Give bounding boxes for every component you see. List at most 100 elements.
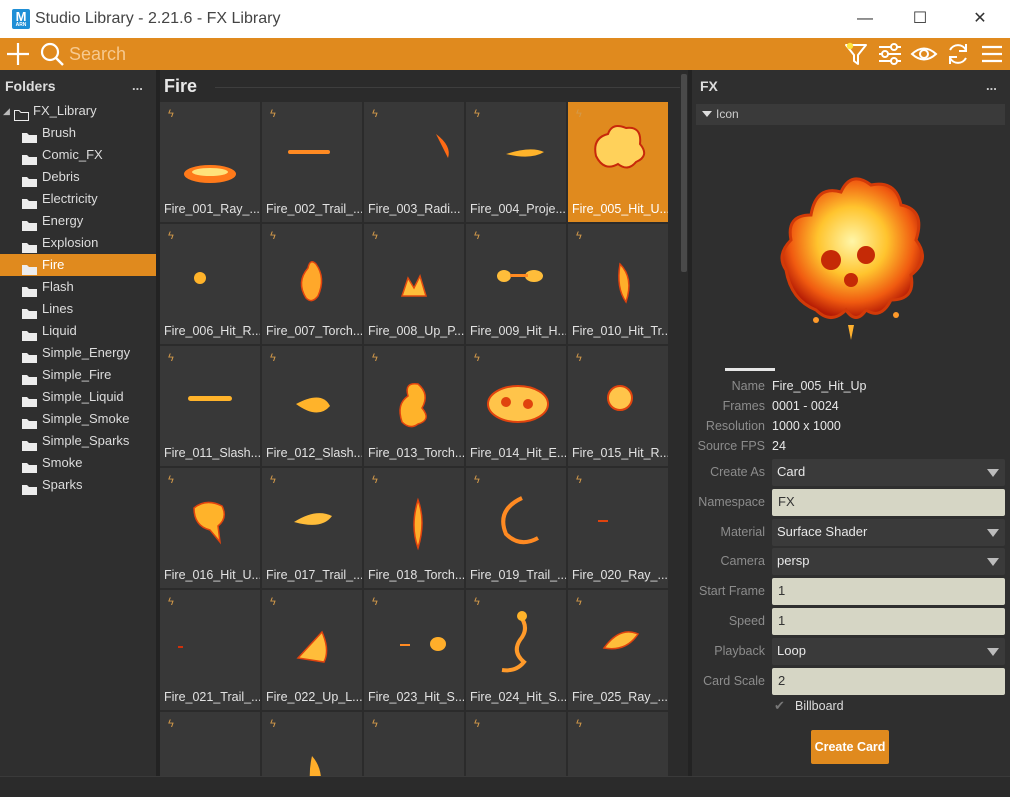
- close-button[interactable]: ✕: [955, 0, 1005, 38]
- camera-dropdown[interactable]: persp: [772, 548, 1005, 575]
- folder-item-fx-library[interactable]: ◢ FX_Library: [0, 100, 158, 122]
- folder-icon: [22, 480, 37, 495]
- folder-item-electricity[interactable]: Electricity: [0, 188, 158, 210]
- folder-label: Smoke: [42, 455, 83, 470]
- icon-section-header[interactable]: Icon: [696, 104, 1005, 125]
- folder-item-lines[interactable]: Lines: [0, 298, 158, 320]
- search-icon[interactable]: [36, 38, 68, 70]
- card-scale-field[interactable]: 2: [772, 668, 1005, 695]
- folder-item-flash[interactable]: Flash: [0, 276, 158, 298]
- folder-icon: [22, 370, 37, 385]
- grid-tile[interactable]: ϟ Fire_004_Proje...: [466, 102, 566, 222]
- settings-sliders-icon[interactable]: [874, 38, 906, 70]
- maximize-button[interactable]: ☐: [895, 0, 945, 38]
- grid-tile[interactable]: ϟ Fire_012_Slash...: [262, 346, 362, 466]
- grid-tile[interactable]: ϟ Fire_010_Hit_Tr...: [568, 224, 668, 344]
- thumbnail-image: [300, 261, 323, 302]
- add-icon[interactable]: [2, 38, 34, 70]
- folder-item-brush[interactable]: Brush: [0, 122, 158, 144]
- grid-tile[interactable]: ϟ Fire_015_Hit_R...: [568, 346, 668, 466]
- tile-label: Fire_021_Trail_...: [164, 690, 260, 704]
- folder-item-sparks[interactable]: Sparks: [0, 474, 158, 496]
- grid-tile[interactable]: ϟ: [262, 712, 362, 776]
- icon-section-label: Icon: [716, 107, 739, 121]
- tree-expanded-icon[interactable]: ◢: [3, 100, 10, 122]
- create-as-value: Card: [777, 464, 806, 479]
- grid-tile[interactable]: ϟ Fire_001_Ray_...: [160, 102, 260, 222]
- folders-panel: Folders ... ◢ FX_Library Brush Comic_FX Debr…: [0, 70, 158, 776]
- namespace-field[interactable]: FX: [772, 489, 1005, 516]
- search-input[interactable]: Search: [69, 44, 126, 65]
- folder-open-icon: [14, 106, 29, 121]
- grid-tile[interactable]: ϟ Fire_006_Hit_R...: [160, 224, 260, 344]
- folder-item-simple-sparks[interactable]: Simple_Sparks: [0, 430, 158, 452]
- grid-tile[interactable]: ϟ Fire_020_Ray_...: [568, 468, 668, 588]
- grid-tile[interactable]: ϟ Fire_002_Trail_...: [262, 102, 362, 222]
- grid-tile[interactable]: ϟ Fire_013_Torch...: [364, 346, 464, 466]
- grid-tile[interactable]: ϟ Fire_019_Trail_...: [466, 468, 566, 588]
- grid-tile[interactable]: ϟ Fire_005_Hit_U...: [568, 102, 668, 222]
- folder-item-simple-fire[interactable]: Simple_Fire: [0, 364, 158, 386]
- grid-tile[interactable]: ϟ: [568, 712, 668, 776]
- grid-tile[interactable]: ϟ Fire_025_Ray_...: [568, 590, 668, 710]
- tile-label: Fire_016_Hit_U...: [164, 568, 260, 582]
- folder-item-fire[interactable]: Fire: [0, 254, 158, 276]
- folder-item-liquid[interactable]: Liquid: [0, 320, 158, 342]
- folder-item-smoke[interactable]: Smoke: [0, 452, 158, 474]
- thumbnail-image: [497, 270, 543, 282]
- grid-tile[interactable]: ϟ: [364, 712, 464, 776]
- folder-item-debris[interactable]: Debris: [0, 166, 158, 188]
- grid-tile[interactable]: ϟ Fire_007_Torch...: [262, 224, 362, 344]
- grid-tile[interactable]: ϟ Fire_017_Trail_...: [262, 468, 362, 588]
- grid-tile[interactable]: ϟ Fire_018_Torch...: [364, 468, 464, 588]
- grid-tile[interactable]: ϟ Fire_008_Up_P...: [364, 224, 464, 344]
- grid-tile[interactable]: ϟ Fire_011_Slash...: [160, 346, 260, 466]
- grid-tile[interactable]: ϟ Fire_003_Radi...: [364, 102, 464, 222]
- filter-icon[interactable]: [840, 38, 872, 70]
- refresh-icon[interactable]: [942, 38, 974, 70]
- info-fps-key: Source FPS: [697, 439, 765, 453]
- minimize-button[interactable]: —: [840, 0, 890, 38]
- details-menu-button[interactable]: ...: [986, 78, 997, 93]
- tile-label: Fire_002_Trail_...: [266, 202, 362, 216]
- eye-icon[interactable]: [908, 38, 940, 70]
- grid-tile[interactable]: ϟ Fire_023_Hit_S...: [364, 590, 464, 710]
- menu-icon[interactable]: [976, 38, 1008, 70]
- folder-item-energy[interactable]: Energy: [0, 210, 158, 232]
- grid-tile[interactable]: ϟ Fire_016_Hit_U...: [160, 468, 260, 588]
- grid-tile[interactable]: ϟ Fire_021_Trail_...: [160, 590, 260, 710]
- folder-item-simple-liquid[interactable]: Simple_Liquid: [0, 386, 158, 408]
- folder-icon: [22, 304, 37, 319]
- folders-menu-button[interactable]: ...: [132, 78, 143, 93]
- grid-tile[interactable]: ϟ Fire_009_Hit_H...: [466, 224, 566, 344]
- create-card-button[interactable]: Create Card: [811, 730, 889, 764]
- window-title: Studio Library - 2.21.6 - FX Library: [35, 10, 281, 27]
- folder-item-simple-energy[interactable]: Simple_Energy: [0, 342, 158, 364]
- scroll-thumb[interactable]: [681, 74, 687, 272]
- speed-field[interactable]: 1: [772, 608, 1005, 635]
- grid-tile[interactable]: ϟ: [466, 712, 566, 776]
- playback-dropdown[interactable]: Loop: [772, 638, 1005, 665]
- material-dropdown[interactable]: Surface Shader: [772, 519, 1005, 546]
- folder-item-explosion[interactable]: Explosion: [0, 232, 158, 254]
- grid-tile[interactable]: ϟ Fire_014_Hit_E...: [466, 346, 566, 466]
- create-as-dropdown[interactable]: Card: [772, 459, 1005, 486]
- folder-label: Simple_Smoke: [42, 411, 130, 426]
- grid-tile[interactable]: ϟ: [160, 712, 260, 776]
- start-frame-field[interactable]: 1: [772, 578, 1005, 605]
- tile-label: Fire_008_Up_P...: [368, 324, 464, 338]
- grid-scrollbar[interactable]: [680, 70, 688, 776]
- grid-tile[interactable]: ϟ Fire_024_Hit_S...: [466, 590, 566, 710]
- material-row: Material Surface Shader: [692, 519, 1010, 546]
- folder-item-comic-fx[interactable]: Comic_FX: [0, 144, 158, 166]
- grid-tile[interactable]: ϟ Fire_022_Up_L...: [262, 590, 362, 710]
- tile-label: Fire_010_Hit_Tr...: [572, 324, 668, 338]
- info-name-value: Fire_005_Hit_Up: [772, 379, 867, 393]
- folder-icon: [22, 128, 37, 143]
- info-frames-key: Frames: [722, 399, 765, 413]
- folder-label: Electricity: [42, 191, 98, 206]
- dropdown-arrow-icon: [987, 529, 999, 537]
- folder-icon: [22, 458, 37, 473]
- tile-label: Fire_023_Hit_S...: [368, 690, 464, 704]
- folder-item-simple-smoke[interactable]: Simple_Smoke: [0, 408, 158, 430]
